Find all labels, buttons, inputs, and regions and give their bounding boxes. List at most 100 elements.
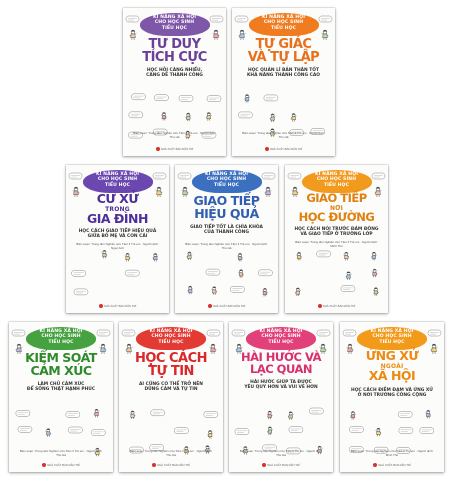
- cartoon-figure: [290, 113, 297, 122]
- book-cover-hai-huoc-va-lac-quan[interactable]: KĨ NĂNG XÃ HỘI CHO HỌC SINH TIỂU HỌC HÀI…: [229, 322, 333, 472]
- cartoon-figure: [207, 430, 214, 439]
- cartoon-figure: [205, 112, 212, 121]
- speech-bubble: [17, 426, 33, 433]
- cartoon-figure: [269, 113, 276, 122]
- publisher-name: NHÀ XUẤT BẢN DÂN TRÍ: [229, 463, 333, 467]
- publisher-name: NHÀ XUẤT BẢN DÂN TRÍ: [285, 304, 388, 308]
- publisher-logo-icon: [152, 463, 157, 467]
- cartoon-figure: [266, 410, 273, 420]
- cartoon-figure: [375, 427, 382, 437]
- book-title: CƯ XỬ TRONG GIA ĐÌNH: [87, 191, 148, 226]
- speech-bubble: [73, 288, 89, 296]
- book-cover-cu-xu-trong-gia-dinh[interactable]: KĨ NĂNG XÃ HỘI CHO HỌC SINH TIỂU HỌC CƯ …: [66, 165, 169, 313]
- speech-bubble: [238, 111, 253, 119]
- book-title: ỨNG XỬ NGOÀI XÃ HỘI: [365, 348, 419, 383]
- publisher-name: NHÀ XUẤT BẢN DÂN TRÍ: [175, 304, 278, 308]
- book-subtitle: HỌC CÁCH NÓI TRƯỚC ĐÁM ĐÔNG VÀ GIAO TIẾP…: [294, 227, 379, 238]
- cartoon-figure: [93, 408, 100, 418]
- speech-bubble: [206, 329, 221, 337]
- speech-bubble: [340, 285, 356, 292]
- speech-bubble: [231, 329, 246, 337]
- book-subtitle: HÀI HƯỚC GIÚP TA ĐƯỢC YÊU QUÝ HƠN VÀ VUI…: [244, 380, 318, 391]
- speech-bubble: [125, 269, 140, 277]
- publisher-logo-icon: [155, 147, 160, 151]
- cartoon-figure: [238, 269, 245, 278]
- book-subtitle: HỌC CÁCH ĐIỀM ĐẠM VÀ ỨNG XỬ Ở NƠI TRƯỜNG…: [351, 388, 433, 399]
- series-banner: KĨ NĂNG XÃ HỘI CHO HỌC SINH TIỂU HỌC: [191, 170, 262, 194]
- book-title: TỰ GIÁC VÀ TỰ LẬP: [247, 37, 320, 65]
- cartoon-figure: [160, 112, 167, 121]
- speech-bubble: [371, 172, 386, 180]
- cartoon-figure: [129, 410, 136, 420]
- book-credits: Biên soạn: Trung tâm Nghiên cứu Tâm lí T…: [129, 449, 213, 457]
- speech-bubble: [397, 411, 413, 418]
- speech-bubble: [150, 409, 165, 417]
- speech-bubble: [174, 427, 189, 434]
- cartoon-figure: [185, 112, 192, 122]
- speech-bubble: [177, 172, 192, 180]
- speech-bubble: [316, 329, 331, 337]
- publisher-logo-icon: [98, 304, 103, 308]
- speech-bubble: [128, 111, 144, 119]
- speech-bubble: [11, 329, 26, 337]
- series-banner: KĨ NĂNG XÃ HỘI CHO HỌC SINH TIỂU HỌC: [246, 327, 316, 351]
- series-banner: KĨ NĂNG XÃ HỘI CHO HỌC SINH TIỂU HỌC: [139, 13, 210, 37]
- speech-bubble: [125, 15, 140, 23]
- book-cover-ung-xu-ngoai-xa-hoi[interactable]: KĨ NĂNG XÃ HỘI CHO HỌC SINH TIỂU HỌC ỨNG…: [340, 322, 444, 472]
- speech-bubble: [178, 95, 194, 102]
- cartoon-figure: [294, 287, 301, 297]
- cartoon-figure: [343, 251, 350, 261]
- cartoon-figure: [425, 409, 432, 419]
- book-cover-giao-tiep-noi-hoc-duong[interactable]: KĨ NĂNG XÃ HỘI CHO HỌC SINH TIỂU HỌC GIA…: [285, 165, 388, 313]
- cartoon-figure: [349, 411, 356, 420]
- publisher-name: NHÀ XUẤT BẢN DÂN TRÍ: [123, 147, 226, 151]
- series-banner: KĨ NĂNG XÃ HỘI CHO HỌC SINH TIỂU HỌC: [82, 170, 153, 194]
- speech-bubble: [318, 15, 333, 23]
- book-credits: Biên soạn: Trung tâm Nghiên cứu Tâm lí T…: [295, 240, 378, 248]
- speech-bubble: [349, 426, 364, 433]
- speech-bubble: [206, 95, 222, 102]
- book-subtitle: AI CŨNG CÓ THỂ TRỞ NÊN DŨNG CẢM VÀ TỰ TI…: [139, 382, 203, 393]
- book-credits: Biên soạn: Trung tâm Nghiên cứu Tâm lí T…: [133, 131, 216, 139]
- publisher-name: NHÀ XUẤT BẢN DÂN TRÍ: [119, 463, 223, 467]
- publisher-logo-icon: [264, 147, 269, 151]
- book-cover-tu-giac-va-tu-lap[interactable]: KĨ NĂNG XÃ HỘI CHO HỌC SINH TIỂU HỌC TỰ …: [232, 8, 335, 156]
- speech-bubble: [309, 407, 324, 415]
- book-subtitle: HỌC CÁCH GIAO TIẾP HIỆU QUẢ GIỮA BỐ MẸ V…: [78, 229, 157, 240]
- book-credits: Biên soạn: Trung tâm Nghiên cứu Tâm lí T…: [242, 131, 325, 139]
- book-credits: Biên soạn: Trung tâm Nghiên cứu Tâm lí T…: [76, 242, 159, 250]
- book-title: HÀI HƯỚC VÀ LẠC QUAN: [240, 350, 322, 376]
- publisher-logo-icon: [317, 304, 322, 308]
- speech-bubble: [121, 329, 136, 337]
- cartoon-figure: [244, 94, 251, 103]
- speech-bubble: [427, 329, 442, 337]
- book-cover-hoc-cach-tu-tin[interactable]: KĨ NĂNG XÃ HỘI CHO HỌC SINH TIỂU HỌC HỌC…: [119, 322, 223, 472]
- speech-bubble: [419, 427, 435, 434]
- cartoon-figure: [296, 251, 303, 261]
- book-subtitle: LÀM CHỦ CẢM XÚC ĐỂ SỐNG THẬT HẠNH PHÚC: [26, 382, 96, 393]
- cartoon-figure: [186, 251, 193, 261]
- speech-bubble: [398, 427, 414, 434]
- cartoon-figure: [372, 287, 379, 296]
- speech-bubble: [131, 93, 146, 101]
- series-banner: KĨ NĂNG XÃ HỘI CHO HỌC SINH TIỂU HỌC: [26, 327, 96, 351]
- cartoon-figure: [370, 251, 377, 261]
- book-cover-kiem-soat-cam-xuc[interactable]: KĨ NĂNG XÃ HỘI CHO HỌC SINH TIỂU HỌC KIỂ…: [9, 322, 113, 472]
- cartoon-figure: [237, 253, 244, 262]
- speech-bubble: [91, 429, 106, 436]
- speech-bubble: [261, 172, 276, 180]
- series-banner: KĨ NĂNG XÃ HỘI CHO HỌC SINH TIỂU HỌC: [301, 170, 372, 194]
- cartoon-figure: [152, 253, 159, 262]
- book-subtitle: HỌC QUẢN LÍ BẢN THÂN TỐT KHẢ NĂNG THÀNH …: [247, 68, 320, 79]
- book-cover-giao-tiep-hieu-qua[interactable]: KĨ NĂNG XÃ HỘI CHO HỌC SINH TIỂU HỌC GIA…: [175, 165, 278, 313]
- book-cover-tu-duy-tich-cuc[interactable]: KĨ NĂNG XÃ HỘI CHO HỌC SINH TIỂU HỌC TƯ …: [123, 8, 226, 156]
- cartoon-figure: [371, 268, 378, 278]
- speech-bubble: [203, 411, 219, 418]
- book-title: GIAO TIẾP HIỆU QUẢ: [193, 193, 260, 221]
- speech-bubble: [71, 270, 86, 277]
- publisher-name: NHÀ XUẤT BẢN DÂN TRÍ: [66, 304, 169, 308]
- cartoon-figure: [124, 252, 131, 262]
- book-subtitle: HỌC HỎI CÀNG NHIỀU, CÀNG DỄ THÀNH CÔNG: [146, 68, 203, 79]
- publisher-logo-icon: [262, 463, 267, 467]
- cartoon-figure: [345, 271, 352, 280]
